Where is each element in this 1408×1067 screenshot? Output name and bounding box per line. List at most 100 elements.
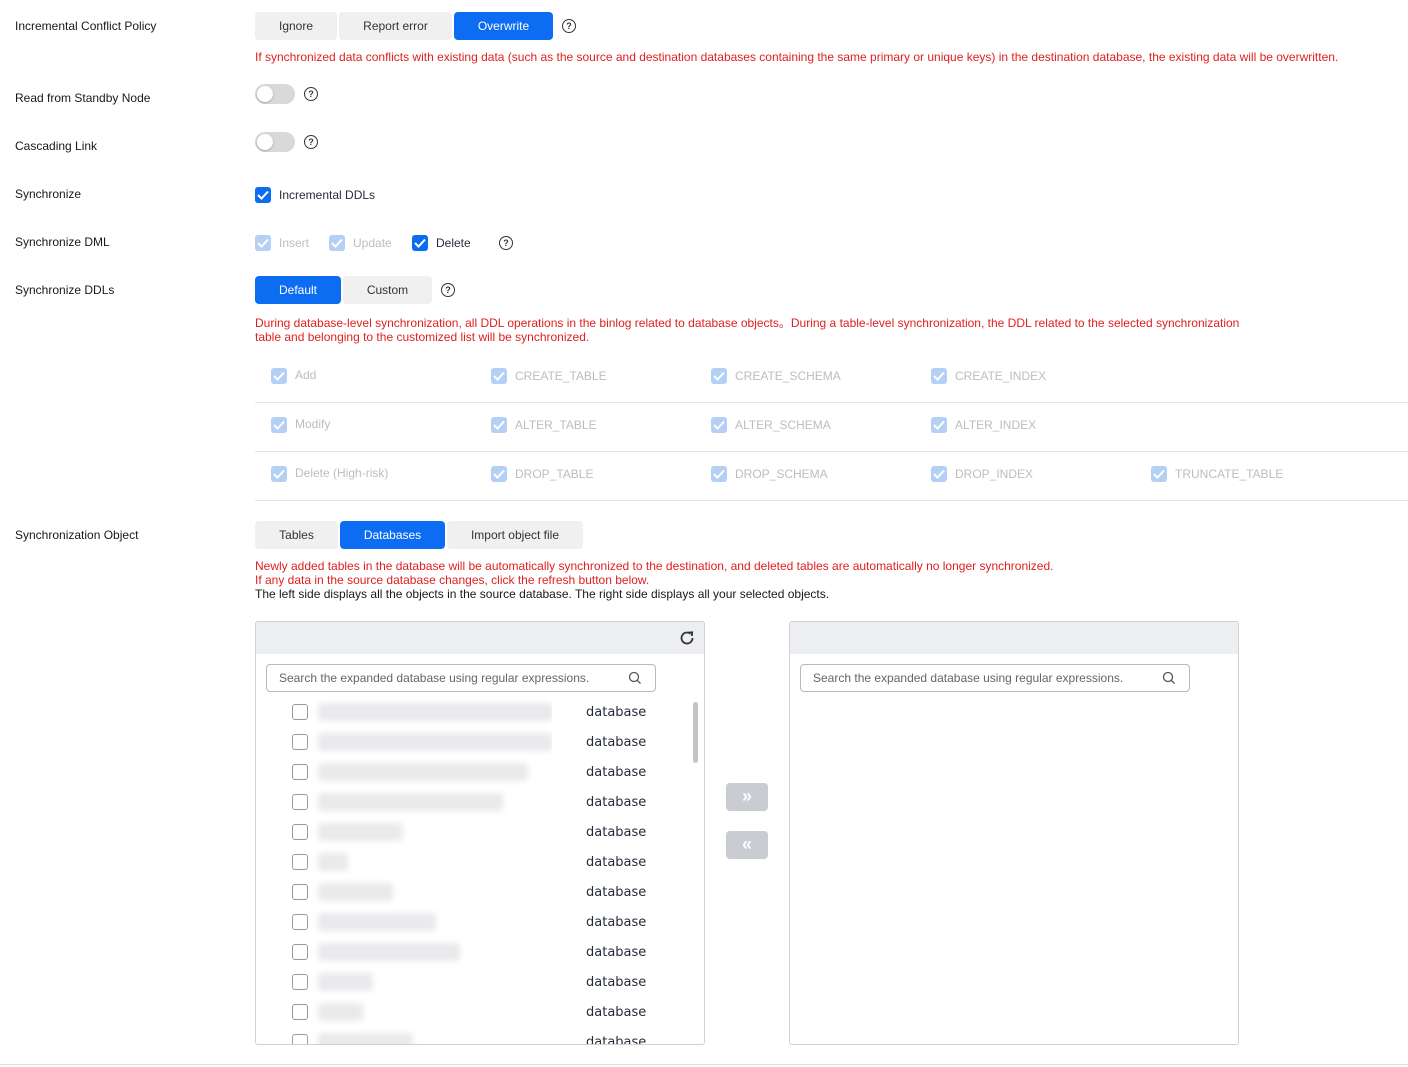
tab-databases[interactable]: Databases xyxy=(340,521,445,549)
ddl-checkbox[interactable] xyxy=(271,466,287,482)
ddl-checkbox[interactable] xyxy=(1151,466,1167,482)
sync-ddls-label: Synchronize DDLs xyxy=(15,283,115,297)
question-icon[interactable]: ? xyxy=(304,135,318,149)
tab-tables[interactable]: Tables xyxy=(255,521,338,549)
check-icon xyxy=(273,371,285,381)
search-icon[interactable] xyxy=(1162,671,1176,685)
ddl-checkbox[interactable] xyxy=(711,466,727,482)
source-search-box[interactable] xyxy=(266,664,656,692)
list-item[interactable]: database xyxy=(256,997,686,1027)
row-type: database xyxy=(586,705,647,720)
refresh-icon[interactable] xyxy=(678,629,696,647)
row-checkbox[interactable] xyxy=(292,854,308,870)
tab-import-object-file[interactable]: Import object file xyxy=(447,521,583,549)
row-checkbox[interactable] xyxy=(292,944,308,960)
ddl-checkbox[interactable] xyxy=(271,417,287,433)
standby-toggle[interactable] xyxy=(255,84,295,104)
ddl-note-line1: During database-level synchronization, a… xyxy=(255,316,1240,330)
conflict-option-ignore[interactable]: Ignore xyxy=(255,12,337,40)
ddl-option-default[interactable]: Default xyxy=(255,276,341,304)
ddl-option-custom[interactable]: Custom xyxy=(343,276,432,304)
source-panel-header xyxy=(256,622,704,654)
selected-search-input[interactable] xyxy=(813,671,1143,685)
incremental-conflict-label: Incremental Conflict Policy xyxy=(15,19,157,33)
incremental-ddls-checkbox[interactable] xyxy=(255,187,271,203)
row-type: database xyxy=(586,855,647,870)
row-checkbox[interactable] xyxy=(292,914,308,930)
ddl-option-label: ALTER_INDEX xyxy=(955,418,1037,432)
row-checkbox[interactable] xyxy=(292,824,308,840)
row-checkbox[interactable] xyxy=(292,734,308,750)
move-left-button[interactable]: « xyxy=(726,831,768,859)
ddl-checkbox[interactable] xyxy=(271,368,287,384)
list-item[interactable]: database xyxy=(256,967,686,997)
list-item[interactable]: database xyxy=(256,1027,686,1045)
redacted-name xyxy=(318,823,403,841)
row-type: database xyxy=(586,735,647,750)
question-icon[interactable]: ? xyxy=(304,87,318,101)
cascading-toggle[interactable] xyxy=(255,132,295,152)
question-icon[interactable]: ? xyxy=(499,236,513,250)
list-item[interactable]: database xyxy=(256,937,686,967)
list-item[interactable]: database xyxy=(256,697,686,727)
ddl-checkbox[interactable] xyxy=(491,417,507,433)
search-icon[interactable] xyxy=(628,671,642,685)
row-checkbox[interactable] xyxy=(292,1034,308,1044)
row-checkbox[interactable] xyxy=(292,704,308,720)
check-icon xyxy=(933,469,945,479)
conflict-policy-note: If synchronized data conflicts with exis… xyxy=(255,50,1339,64)
check-icon xyxy=(713,469,725,479)
conflict-policy-selector: Ignore Report error Overwrite xyxy=(255,12,555,40)
ddl-checkbox[interactable] xyxy=(931,417,947,433)
ddl-checkbox[interactable] xyxy=(711,368,727,384)
row-checkbox[interactable] xyxy=(292,794,308,810)
list-item[interactable]: database xyxy=(256,847,686,877)
ddl-checkbox[interactable] xyxy=(931,466,947,482)
source-search-input[interactable] xyxy=(279,671,609,685)
conflict-option-overwrite[interactable]: Overwrite xyxy=(454,12,553,40)
ddl-checkbox[interactable] xyxy=(491,368,507,384)
list-item[interactable]: database xyxy=(256,877,686,907)
row-checkbox[interactable] xyxy=(292,884,308,900)
redacted-name xyxy=(318,973,373,991)
insert-checkbox[interactable] xyxy=(255,235,271,251)
update-checkbox[interactable] xyxy=(329,235,345,251)
row-checkbox[interactable] xyxy=(292,1004,308,1020)
check-icon xyxy=(1153,469,1165,479)
delete-label: Delete xyxy=(436,236,471,250)
ddl-option-label: DROP_INDEX xyxy=(955,467,1034,481)
ddl-option-label: ALTER_SCHEMA xyxy=(735,418,831,432)
ddl-checkbox[interactable] xyxy=(711,417,727,433)
conflict-option-report-error[interactable]: Report error xyxy=(339,12,452,40)
ddl-checkbox[interactable] xyxy=(491,466,507,482)
list-item[interactable]: database xyxy=(256,907,686,937)
list-item[interactable]: database xyxy=(256,817,686,847)
list-item[interactable]: database xyxy=(256,787,686,817)
row-checkbox[interactable] xyxy=(292,764,308,780)
row-type: database xyxy=(586,885,647,900)
delete-checkbox[interactable] xyxy=(412,235,428,251)
ddl-option-label: Delete (High-risk) xyxy=(295,466,389,480)
object-type-selector: Tables Databases Import object file xyxy=(255,521,585,549)
selected-search-box[interactable] xyxy=(800,664,1190,692)
ddl-checkbox[interactable] xyxy=(931,368,947,384)
row-checkbox[interactable] xyxy=(292,974,308,990)
redacted-name xyxy=(318,853,348,871)
check-icon xyxy=(414,238,426,248)
row-type: database xyxy=(586,915,647,930)
question-icon[interactable]: ? xyxy=(441,283,455,297)
sync-object-label: Synchronization Object xyxy=(15,528,139,542)
list-item[interactable]: database xyxy=(256,727,686,757)
row-type: database xyxy=(586,975,647,990)
redacted-name xyxy=(318,763,528,781)
redacted-name xyxy=(318,703,553,721)
question-icon[interactable]: ? xyxy=(562,19,576,33)
toggle-knob xyxy=(257,134,273,150)
source-scrollbar[interactable] xyxy=(693,702,698,763)
check-icon xyxy=(331,238,343,248)
row-type: database xyxy=(586,1035,647,1045)
move-right-button[interactable]: » xyxy=(726,783,768,811)
redacted-name xyxy=(318,733,553,751)
toggle-knob xyxy=(257,86,273,102)
list-item[interactable]: database xyxy=(256,757,686,787)
